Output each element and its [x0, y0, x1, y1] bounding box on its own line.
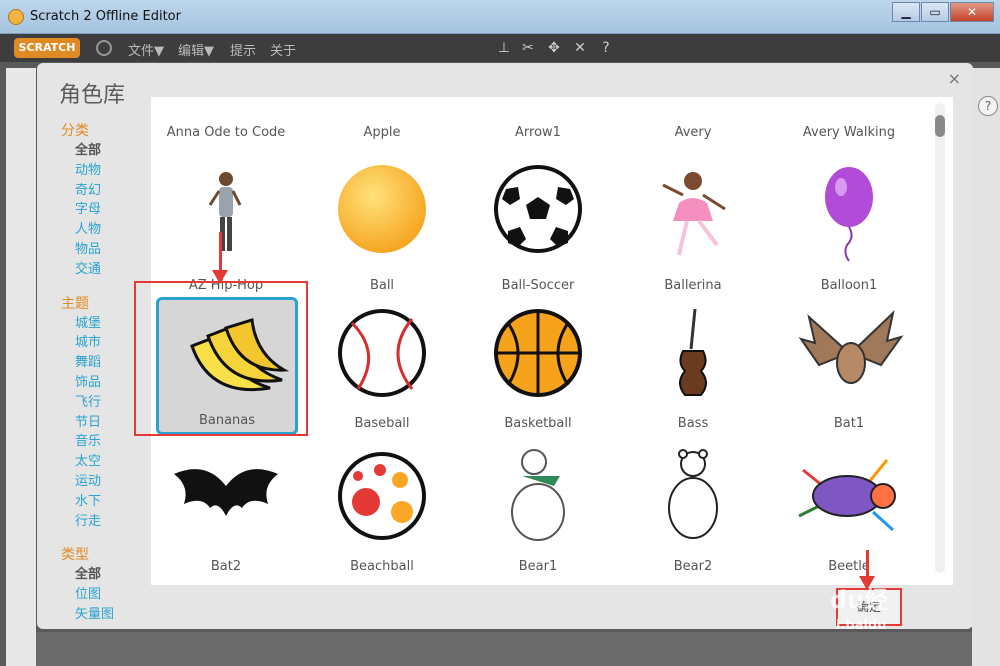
sprite-tile-basketball[interactable]: Basketball [467, 297, 609, 435]
sprite-tile-ball[interactable]: Ball [311, 159, 453, 297]
category-people[interactable]: 人物 [61, 220, 151, 240]
sprite-name[interactable]: Avery Walking [778, 125, 920, 140]
dancer-thumbnail [208, 172, 242, 251]
ball-thumbnail [338, 165, 426, 253]
sprite-tile-beachball[interactable]: Beachball [311, 440, 453, 578]
annotation-arrow [219, 232, 222, 272]
sprite-tile-bass[interactable]: Bass [622, 297, 764, 435]
menu-file[interactable]: 文件▼ [128, 40, 164, 59]
bat-black-thumbnail [174, 469, 278, 516]
theme-sports[interactable]: 运动 [61, 472, 151, 492]
bass-instrument-thumbnail [679, 308, 707, 396]
sprite-tile-ball-soccer[interactable]: Ball-Soccer [467, 159, 609, 297]
category-things[interactable]: 物品 [61, 240, 151, 260]
grow-icon[interactable]: ✥ [546, 40, 562, 56]
editor-background-right [972, 68, 1000, 666]
category-group-label: 分类 [61, 123, 89, 139]
sprite-name[interactable]: Anna Ode to Code [155, 125, 297, 140]
watermark-site: i.baidu [836, 618, 887, 633]
theme-space[interactable]: 太空 [61, 452, 151, 472]
baseball-thumbnail [338, 309, 426, 397]
sprite-name[interactable]: Apple [311, 125, 453, 140]
sprite-tile-bear1[interactable]: Bear1 [467, 440, 609, 578]
language-globe-icon[interactable] [96, 40, 112, 56]
category-animals[interactable]: 动物 [61, 161, 151, 181]
sprite-name: Bass [677, 416, 709, 431]
sprite-name: Ball-Soccer [501, 278, 575, 293]
category-fantasy[interactable]: 奇幻 [61, 181, 151, 201]
grid-scrollbar[interactable] [935, 103, 945, 573]
sprite-name: Ball [369, 278, 395, 293]
cut-icon[interactable]: ✂ [520, 40, 536, 56]
sprite-name: Beetle [828, 559, 870, 574]
sprite-name: Bear1 [518, 559, 558, 574]
type-all[interactable]: 全部 [61, 565, 151, 585]
help-icon[interactable]: ? [598, 40, 614, 56]
basketball-thumbnail [494, 309, 582, 397]
menu-tips[interactable]: 提示 [230, 40, 256, 59]
close-window-button[interactable]: ✕ [950, 2, 994, 22]
dialog-title: 角色库 [59, 83, 126, 108]
sprite-tile-baseball[interactable]: Baseball [311, 297, 453, 435]
sprite-tile-bear2[interactable]: Bear2 [622, 440, 764, 578]
annotation-highlight-bananas [134, 281, 308, 436]
sprite-name: Basketball [504, 416, 572, 431]
type-bitmap[interactable]: 位图 [61, 585, 151, 605]
duplicate-stamp-icon[interactable]: ⊥ [496, 40, 512, 56]
sprite-tile-beetle[interactable]: Beetle [778, 440, 920, 578]
menu-about[interactable]: 关于 [270, 40, 296, 59]
ballerina-thumbnail [662, 172, 726, 256]
menu-edit[interactable]: 编辑▼ [178, 40, 214, 59]
polar-bear-thumbnail [511, 449, 565, 541]
sprite-name: Baseball [354, 416, 410, 431]
sprite-name: Ballerina [664, 278, 722, 293]
sprite-tile-bat1[interactable]: Bat1 [778, 297, 920, 435]
help-circle-icon[interactable]: ? [978, 96, 998, 116]
sprite-tile-balloon1[interactable]: Balloon1 [778, 159, 920, 297]
annotation-arrow-confirm [866, 550, 869, 578]
app-icon [8, 9, 24, 25]
sprite-tile-ballerina[interactable]: Ballerina [622, 159, 764, 297]
category-all[interactable]: 全部 [61, 141, 151, 161]
beetle-thumbnail [798, 459, 896, 532]
maximize-button[interactable]: ▭ [921, 2, 949, 22]
category-letters[interactable]: 字母 [61, 200, 151, 220]
editor-background-left [6, 68, 36, 666]
watermark-brand: du经 [830, 586, 889, 614]
white-bear-thumbnail [668, 449, 718, 539]
sprite-name[interactable]: Avery [622, 125, 764, 140]
menubar: SCRATCH 文件▼ 编辑▼ 提示 关于 ⊥ ✂ ✥ ✕ ? [0, 34, 1000, 62]
window-titlebar: Scratch 2 Offline Editor ▁ ▭ ✕ [0, 0, 1000, 34]
minimize-button[interactable]: ▁ [892, 2, 920, 22]
shrink-icon[interactable]: ✕ [572, 40, 588, 56]
bat-brown-thumbnail [798, 310, 904, 384]
annotation-arrowhead [212, 270, 228, 284]
window-title: Scratch 2 Offline Editor [30, 9, 181, 24]
sprite-name: Bat2 [210, 559, 242, 574]
sprite-name: Bear2 [673, 559, 713, 574]
sprite-name[interactable]: Arrow1 [467, 125, 609, 140]
sprite-name: Beachball [350, 559, 414, 574]
theme-underwater[interactable]: 水下 [61, 492, 151, 512]
type-group-label: 类型 [61, 547, 89, 564]
beachball-thumbnail [338, 452, 426, 540]
balloon-thumbnail [825, 167, 873, 262]
grid-scrollbar-thumb[interactable] [935, 115, 945, 137]
sprite-tile-bat2[interactable]: Bat2 [155, 440, 297, 578]
close-icon[interactable]: × [948, 69, 961, 88]
scratch-logo[interactable]: SCRATCH [14, 38, 80, 58]
category-transportation[interactable]: 交通 [61, 260, 151, 280]
sprite-name: Balloon1 [820, 278, 878, 293]
theme-walking[interactable]: 行走 [61, 512, 151, 532]
soccer-ball-thumbnail [494, 165, 582, 253]
type-vector[interactable]: 矢量图 [61, 605, 151, 625]
watermark: du经 i.baidu [830, 580, 930, 640]
sprite-name: Bat1 [833, 416, 865, 431]
